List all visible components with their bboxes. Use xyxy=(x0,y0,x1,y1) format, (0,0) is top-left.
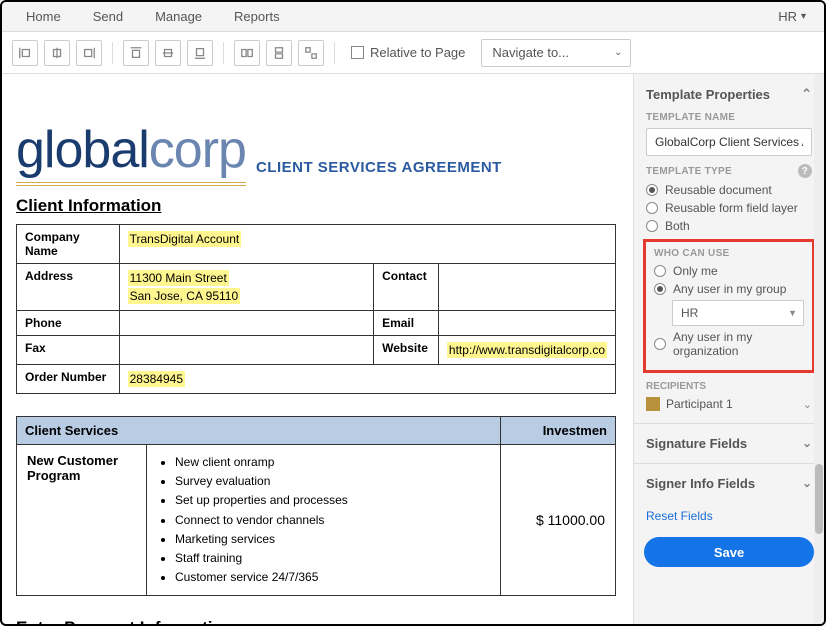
properties-panel: Template Properties⌃ TEMPLATE NAME TEMPL… xyxy=(634,74,824,624)
checkbox-icon xyxy=(351,46,364,59)
order-label: Order Number xyxy=(17,365,120,394)
service-item: Customer service 24/7/365 xyxy=(175,568,490,587)
contact-label: Contact xyxy=(374,264,439,311)
chevron-down-icon: ⌄ xyxy=(802,476,812,491)
who-can-use-label: WHO CAN USE xyxy=(654,248,804,259)
service-items: New client onrampSurvey evaluationSet up… xyxy=(147,445,501,596)
document-canvas[interactable]: globalcorp CLIENT SERVICES AGREEMENT Cli… xyxy=(2,74,634,624)
service-item: Survey evaluation xyxy=(175,472,490,491)
company-field[interactable]: TransDigital Account xyxy=(128,231,242,247)
investment-header: Investmen xyxy=(501,417,616,445)
order-field[interactable]: 28384945 xyxy=(128,371,185,387)
dropdown-icon: ▼ xyxy=(788,308,797,318)
template-properties-header[interactable]: Template Properties⌃ xyxy=(646,86,812,102)
section-payment: Enter Payment Information xyxy=(16,618,619,624)
align-tool-5[interactable] xyxy=(155,40,181,66)
website-label: Website xyxy=(374,336,439,365)
template-name-input[interactable] xyxy=(646,128,812,156)
align-tool-1[interactable] xyxy=(12,40,38,66)
phone-field[interactable] xyxy=(119,311,373,336)
size-tool-2[interactable] xyxy=(266,40,292,66)
address-line2-field[interactable]: San Jose, CA 95110 xyxy=(128,288,241,304)
toolbar: Relative to Page Navigate to...⌄ xyxy=(2,32,824,74)
tab-home[interactable]: Home xyxy=(10,3,77,30)
chevron-down-icon: ⌄ xyxy=(802,436,812,451)
reset-fields-link[interactable]: Reset Fields xyxy=(634,503,824,533)
recipient-row[interactable]: Participant 1 ⌄ xyxy=(646,397,812,411)
service-item: Marketing services xyxy=(175,530,490,549)
type-reusable-doc[interactable]: Reusable document xyxy=(646,183,812,197)
navigate-select[interactable]: Navigate to...⌄ xyxy=(481,39,631,67)
tab-reports[interactable]: Reports xyxy=(218,3,296,30)
align-tool-6[interactable] xyxy=(187,40,213,66)
fax-label: Fax xyxy=(17,336,120,365)
who-can-use-highlight: WHO CAN USE Only me Any user in my group… xyxy=(643,239,815,373)
recipients-label: RECIPIENTS xyxy=(646,381,812,392)
size-tool-1[interactable] xyxy=(234,40,260,66)
investment-amount: $ 11000.00 xyxy=(501,445,616,596)
services-header: Client Services xyxy=(17,417,501,445)
type-both[interactable]: Both xyxy=(646,219,812,233)
relative-to-page-checkbox[interactable]: Relative to Page xyxy=(351,45,465,60)
template-name-label: TEMPLATE NAME xyxy=(646,112,812,123)
size-tool-3[interactable] xyxy=(298,40,324,66)
who-my-group[interactable]: Any user in my group xyxy=(654,282,804,296)
user-menu[interactable]: HR▾ xyxy=(768,3,816,30)
phone-label: Phone xyxy=(17,311,120,336)
company-label: Company Name xyxy=(17,225,120,264)
group-select[interactable]: HR▼ xyxy=(672,300,804,326)
section-client-info: Client Information xyxy=(16,196,619,216)
type-form-field[interactable]: Reusable form field layer xyxy=(646,201,812,215)
help-icon[interactable]: ? xyxy=(798,164,812,178)
service-item: Connect to vendor channels xyxy=(175,511,490,530)
contact-field[interactable] xyxy=(438,264,615,311)
align-tool-3[interactable] xyxy=(76,40,102,66)
program-name: New Customer Program xyxy=(17,445,147,596)
signer-info-section[interactable]: Signer Info Fields⌄ xyxy=(634,463,824,503)
tab-send[interactable]: Send xyxy=(77,3,139,30)
chevron-down-icon: ⌄ xyxy=(614,47,622,58)
client-info-table: Company Name TransDigital Account Addres… xyxy=(16,224,616,394)
logo: globalcorp CLIENT SERVICES AGREEMENT xyxy=(16,120,619,186)
service-item: Staff training xyxy=(175,549,490,568)
email-label: Email xyxy=(374,311,439,336)
doc-subtitle: CLIENT SERVICES AGREEMENT xyxy=(256,159,502,176)
address-line1-field[interactable]: 11300 Main Street xyxy=(128,270,229,286)
align-tool-4[interactable] xyxy=(123,40,149,66)
address-label: Address xyxy=(17,264,120,311)
who-only-me[interactable]: Only me xyxy=(654,264,804,278)
email-field[interactable] xyxy=(438,311,615,336)
tab-manage[interactable]: Manage xyxy=(139,3,218,30)
top-menu: Home Send Manage Reports HR▾ xyxy=(2,2,824,32)
caret-down-icon: ▾ xyxy=(801,11,806,22)
who-organization[interactable]: Any user in my organization xyxy=(654,330,804,358)
recipient-color-icon xyxy=(646,397,660,411)
chevron-up-icon: ⌃ xyxy=(801,86,812,102)
scrollbar[interactable] xyxy=(814,74,824,624)
service-item: New client onramp xyxy=(175,453,490,472)
template-type-label: TEMPLATE TYPE xyxy=(646,166,732,177)
align-tool-2[interactable] xyxy=(44,40,70,66)
fax-field[interactable] xyxy=(119,336,373,365)
save-button[interactable]: Save xyxy=(644,537,814,567)
chevron-down-icon: ⌄ xyxy=(803,398,812,411)
services-table: Client Services Investmen New Customer P… xyxy=(16,416,616,596)
service-item: Set up properties and processes xyxy=(175,491,490,510)
signature-fields-section[interactable]: Signature Fields⌄ xyxy=(634,423,824,463)
website-field[interactable]: http://www.transdigitalcorp.co xyxy=(447,342,607,358)
